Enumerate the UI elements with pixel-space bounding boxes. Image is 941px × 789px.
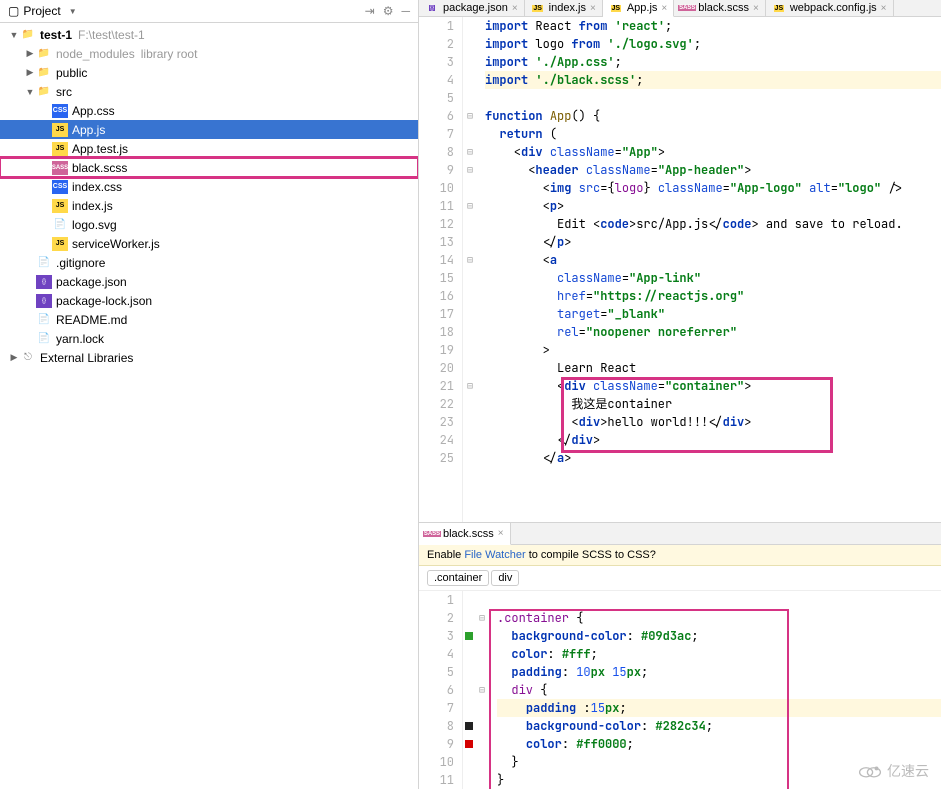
tree-item-App-js[interactable]: JSApp.js xyxy=(0,120,418,139)
gear-icon[interactable]: ⚙ xyxy=(383,4,394,18)
code-line-9[interactable]: <header className="App-header"> xyxy=(485,161,941,179)
code-line-22[interactable]: 我这是container xyxy=(485,395,941,413)
code-line-17[interactable]: target="_blank" xyxy=(485,305,941,323)
tree-item-package-lock-json[interactable]: {}package-lock.json xyxy=(0,291,418,310)
project-dropdown[interactable]: ▢ Project ▼ xyxy=(8,4,365,18)
code-line-3[interactable]: import './App.css'; xyxy=(485,53,941,71)
project-icon: ▢ xyxy=(8,4,19,18)
file-watcher-prefix: Enable xyxy=(427,549,464,561)
code-line-5[interactable] xyxy=(485,89,941,107)
code-line-20[interactable]: Learn React xyxy=(485,359,941,377)
sidebar-title: Project xyxy=(23,4,60,18)
breadcrumb-bar: .containerdiv xyxy=(419,566,941,591)
code-line-4[interactable]: import './black.scss'; xyxy=(485,71,941,89)
tree-item-index-js[interactable]: JSindex.js xyxy=(0,196,418,215)
code-line-9[interactable]: color: #ff0000; xyxy=(497,735,941,753)
code-line-6[interactable]: div { xyxy=(497,681,941,699)
code-line-1[interactable] xyxy=(497,591,941,609)
editor-tabs: {}package.json×JSindex.js×JSApp.js×SASSb… xyxy=(419,0,941,17)
top-editor-pane: 1234567891011121314151617181920212223242… xyxy=(419,17,941,522)
tree-item-App-test-js[interactable]: JSApp.test.js xyxy=(0,139,418,158)
breadcrumb--container[interactable]: .container xyxy=(427,570,489,586)
tree-item-package-json[interactable]: {}package.json xyxy=(0,272,418,291)
file-tree[interactable]: ▼📁test-1F:\test\test-1▶📁node_moduleslibr… xyxy=(0,23,418,789)
bottom-tabs: SASSblack.scss× xyxy=(419,523,941,545)
breadcrumb-div[interactable]: div xyxy=(491,570,519,586)
code-body-top[interactable]: 1234567891011121314151617181920212223242… xyxy=(419,17,941,522)
tree-item-App-css[interactable]: CSSApp.css xyxy=(0,101,418,120)
tree-item-serviceWorker-js[interactable]: JSserviceWorker.js xyxy=(0,234,418,253)
tree-item-public[interactable]: ▶📁public xyxy=(0,63,418,82)
hide-icon[interactable]: ─ xyxy=(401,4,410,18)
code-line-1[interactable]: import React from 'react'; xyxy=(485,17,941,35)
code-line-4[interactable]: color: #fff; xyxy=(497,645,941,663)
code-line-14[interactable]: <a xyxy=(485,251,941,269)
file-watcher-link[interactable]: File Watcher xyxy=(464,549,525,561)
tab-black-scss[interactable]: SASSblack.scss× xyxy=(419,523,511,545)
code-line-8[interactable]: background-color: #282c34; xyxy=(497,717,941,735)
code-line-15[interactable]: className="App-link" xyxy=(485,269,941,287)
tree-item-node-modules[interactable]: ▶📁node_moduleslibrary root xyxy=(0,44,418,63)
tree-item-index-css[interactable]: CSSindex.css xyxy=(0,177,418,196)
tree-item-src[interactable]: ▼📁src xyxy=(0,82,418,101)
code-line-10[interactable]: <img src={logo} className="App-logo" alt… xyxy=(485,179,941,197)
bottom-editor-pane: SASSblack.scss× Enable File Watcher to c… xyxy=(419,522,941,789)
tab-close-icon[interactable]: × xyxy=(590,3,596,14)
tab-package-json[interactable]: {}package.json× xyxy=(419,0,525,16)
tab-close-icon[interactable]: × xyxy=(661,3,667,14)
code-line-25[interactable]: </a> xyxy=(485,449,941,467)
tree-item-logo-svg[interactable]: 📄logo.svg xyxy=(0,215,418,234)
tree-item--gitignore[interactable]: 📄.gitignore xyxy=(0,253,418,272)
code-line-5[interactable]: padding: 10px 15px; xyxy=(497,663,941,681)
tree-item-External-Libraries[interactable]: ▶⎋External Libraries xyxy=(0,348,418,367)
tab-App-js[interactable]: JSApp.js× xyxy=(603,0,674,17)
code-line-24[interactable]: </div> xyxy=(485,431,941,449)
code-line-3[interactable]: background-color: #09d3ac; xyxy=(497,627,941,645)
code-line-19[interactable]: > xyxy=(485,341,941,359)
dropdown-caret-icon: ▼ xyxy=(69,7,77,16)
project-sidebar: ▢ Project ▼ ⇥ ⚙ ─ ▼📁test-1F:\test\test-1… xyxy=(0,0,419,789)
code-line-2[interactable]: .container { xyxy=(497,609,941,627)
tab-close-icon[interactable]: × xyxy=(753,3,759,14)
tab-index-js[interactable]: JSindex.js× xyxy=(525,0,603,16)
code-line-7[interactable]: return ( xyxy=(485,125,941,143)
code-line-21[interactable]: <div className="container"> xyxy=(485,377,941,395)
tab-close-icon[interactable]: × xyxy=(881,3,887,14)
watermark: 亿速云 xyxy=(857,761,929,781)
tab-close-icon[interactable]: × xyxy=(512,3,518,14)
tab-webpack-config-js[interactable]: JSwebpack.config.js× xyxy=(766,0,894,16)
tree-item-README-md[interactable]: 📄README.md xyxy=(0,310,418,329)
editor-area: {}package.json×JSindex.js×JSApp.js×SASSb… xyxy=(419,0,941,789)
code-line-11[interactable]: <p> xyxy=(485,197,941,215)
tree-item-yarn-lock[interactable]: 📄yarn.lock xyxy=(0,329,418,348)
code-line-6[interactable]: function App() { xyxy=(485,107,941,125)
tab-black-scss[interactable]: SASSblack.scss× xyxy=(674,0,766,16)
file-watcher-banner: Enable File Watcher to compile SCSS to C… xyxy=(419,545,941,566)
code-line-18[interactable]: rel="noopener noreferrer" xyxy=(485,323,941,341)
code-line-8[interactable]: <div className="App"> xyxy=(485,143,941,161)
code-line-13[interactable]: </p> xyxy=(485,233,941,251)
code-line-23[interactable]: <div>hello world!!!</div> xyxy=(485,413,941,431)
sidebar-header: ▢ Project ▼ ⇥ ⚙ ─ xyxy=(0,0,418,23)
code-line-2[interactable]: import logo from './logo.svg'; xyxy=(485,35,941,53)
file-watcher-suffix: to compile SCSS to CSS? xyxy=(526,549,656,561)
code-line-16[interactable]: href="https://reactjs.org" xyxy=(485,287,941,305)
code-body-bottom[interactable]: 1234567891011 ⊟⊟ .container { background… xyxy=(419,591,941,789)
tab-close-icon[interactable]: × xyxy=(498,528,504,539)
code-line-12[interactable]: Edit <code>src/App.js</code> and save to… xyxy=(485,215,941,233)
code-line-7[interactable]: padding :15px; xyxy=(497,699,941,717)
tree-item-test-1[interactable]: ▼📁test-1F:\test\test-1 xyxy=(0,25,418,44)
tree-item-black-scss[interactable]: SASSblack.scss xyxy=(0,158,418,177)
collapse-icon[interactable]: ⇥ xyxy=(365,4,375,18)
